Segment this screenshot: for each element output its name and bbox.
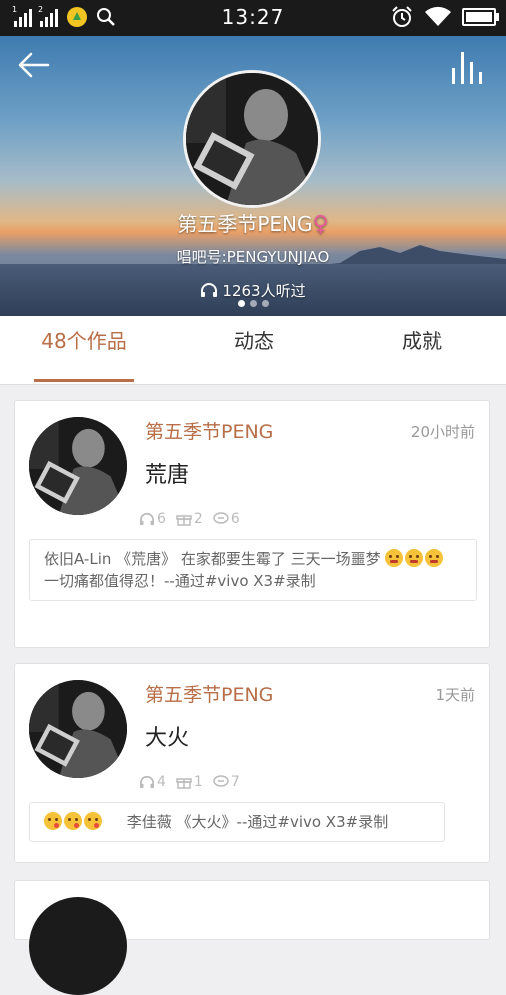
back-arrow-icon[interactable] [16,50,52,80]
profile-name: 第五季节PENG♀ [0,208,506,237]
page-dot [261,300,269,307]
work-stats: 4 1 7 [139,774,240,790]
gender-female-icon: ♀ [312,212,329,237]
profile-header: 第五季节PENG♀ 唱吧号:PENGYUNJIAO 1263人听过 [0,36,506,316]
equalizer-icon[interactable] [448,48,488,86]
battery-icon [462,8,499,26]
listen-count-value: 6 [157,511,166,527]
avatar-photo [29,680,127,778]
headphones-icon [201,283,218,297]
work-title[interactable]: 大火 [145,720,189,752]
comment-icon [213,775,229,787]
emoji-icon [425,549,444,567]
listen-stat: 4 [139,774,166,790]
emoji-icon [385,549,404,567]
gift-count-value: 1 [193,774,203,790]
comment-stat: 6 [213,511,240,527]
tab-activity[interactable]: 动态 [184,316,324,384]
work-description: 依旧A-Lin 《荒唐》 在家都要生霉了 三天一场噩梦 一切痛都值得忍！--通过… [29,539,477,601]
work-avatar[interactable] [29,417,127,515]
alarm-icon [392,6,412,27]
listen-count-value: 4 [157,774,166,790]
work-avatar[interactable] [29,897,127,995]
work-author[interactable]: 第五季节PENG [145,680,273,707]
status-icons-right [390,5,499,29]
status-bar: 1 2 13:27 [0,0,506,36]
description-text: 李佳薇 《大火》--通过#vivo X3#录制 [126,813,389,831]
comment-count-value: 6 [230,511,240,527]
work-description: 李佳薇 《大火》--通过#vivo X3#录制 [29,802,445,842]
gift-stat: 1 [176,774,203,790]
work-title[interactable]: 荒唐 [145,457,189,489]
comment-icon [213,512,229,524]
profile-name-text: 第五季节PENG [177,212,313,236]
work-card[interactable]: 第五季节PENG 20小时前 荒唐 6 2 6 依旧A-Lin 《荒唐》 在家都… [14,400,490,648]
profile-avatar[interactable] [183,70,321,208]
description-text: 一切痛都值得忍！--通过#vivo X3#录制 [44,572,316,590]
listen-count: 1263人听过 [0,280,506,301]
gift-icon [176,778,192,789]
profile-id: 唱吧号:PENGYUNJIAO [176,248,330,266]
listen-stat: 6 [139,511,166,527]
comment-count-value: 7 [230,774,240,790]
emoji-kiss-icon [84,812,102,830]
work-stats: 6 2 6 [139,511,240,527]
listen-count-text: 1263人听过 [222,282,306,300]
work-avatar[interactable] [29,680,127,778]
page-dot [237,300,245,307]
emoji-kiss-icon [64,812,82,830]
work-time: 20小时前 [410,423,475,441]
headphones-icon [140,512,154,526]
headphones-icon [140,775,154,789]
gift-icon [176,515,192,526]
gift-count-value: 2 [193,511,203,527]
work-card[interactable]: 第五季节PENG 1天前 大火 4 1 7 李佳薇 《大火》--通过#vivo … [14,663,490,863]
page-indicator [0,300,506,307]
work-card[interactable] [14,880,490,995]
avatar-photo [29,417,127,515]
avatar-photo [186,73,318,205]
tab-achievements[interactable]: 成就 [352,316,492,384]
wifi-icon [425,6,451,26]
emoji-kiss-icon [44,812,62,830]
active-tab-indicator [34,379,134,382]
description-text: 依旧A-Lin 《荒唐》 在家都要生霉了 三天一场噩梦 [44,550,381,568]
comment-stat: 7 [213,774,240,790]
work-time: 1天前 [435,686,475,704]
page-dot [249,300,257,307]
tab-works[interactable]: 48个作品 [14,316,154,384]
profile-tabs: 48个作品 动态 成就 [0,316,506,385]
work-author[interactable]: 第五季节PENG [145,417,273,444]
emoji-icon [405,549,424,567]
gift-stat: 2 [176,511,203,527]
